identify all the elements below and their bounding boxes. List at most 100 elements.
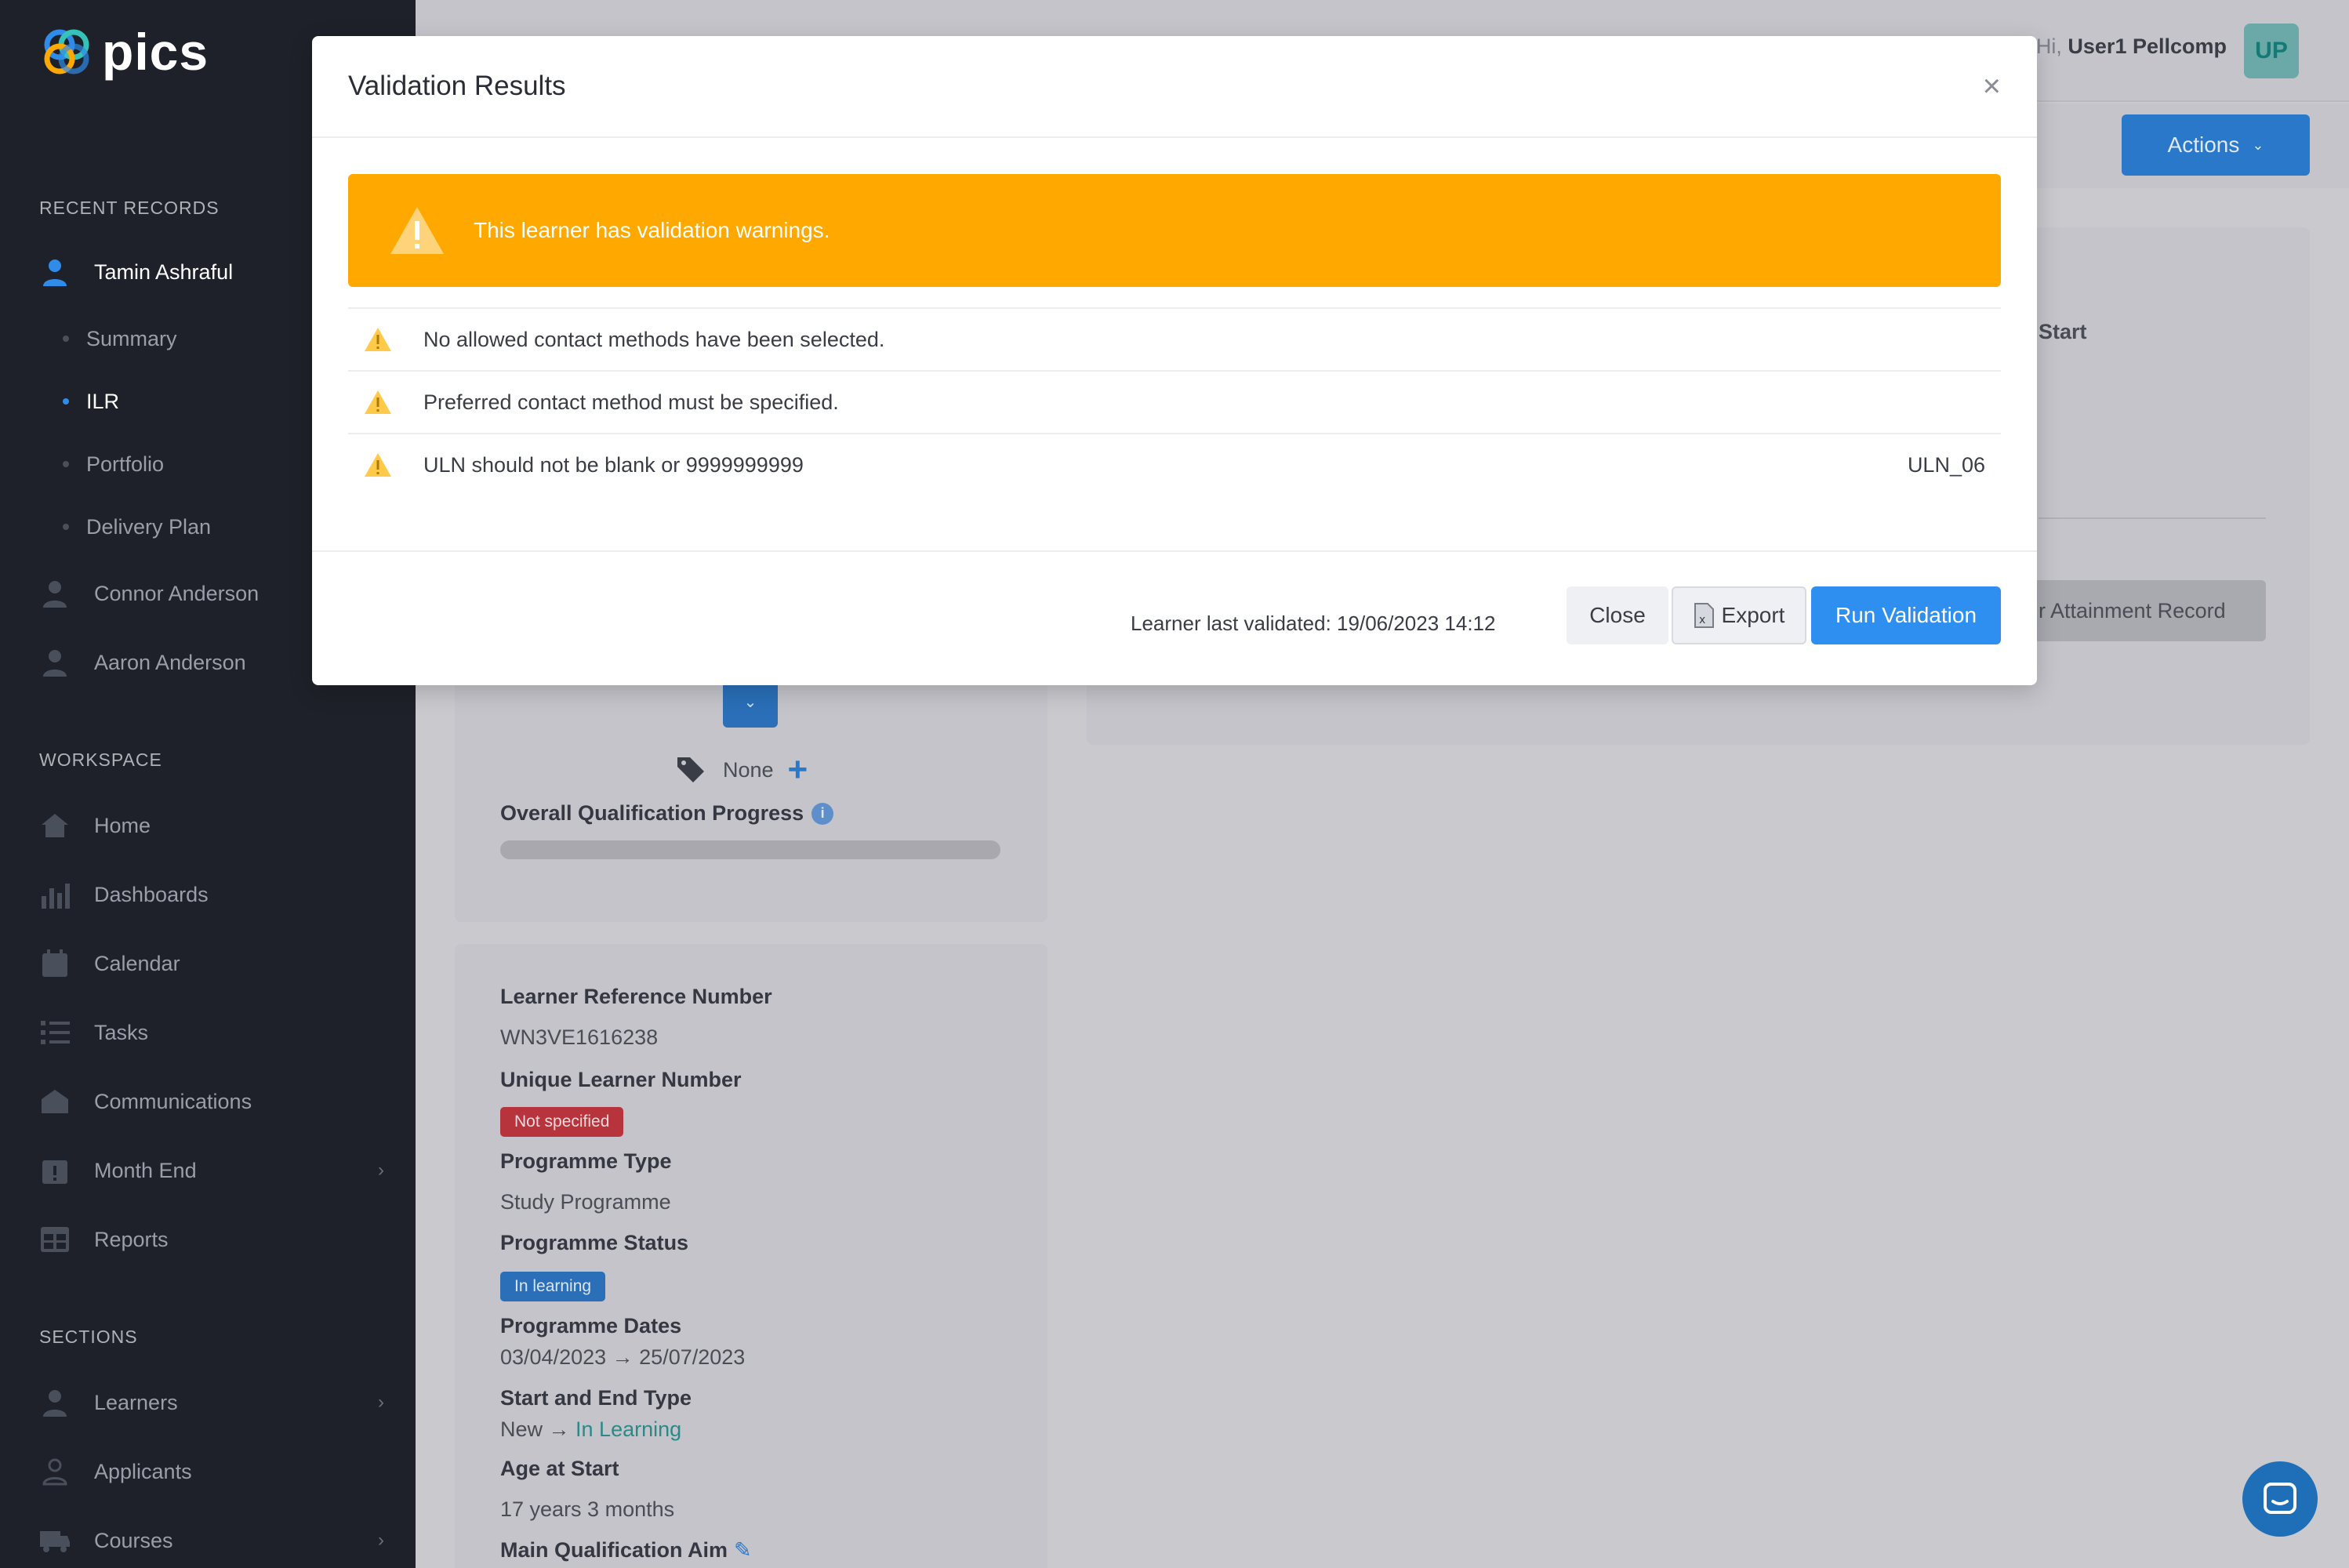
user-outline-icon <box>39 1456 71 1487</box>
programme-type-label: Programme Type <box>500 1149 672 1173</box>
sidebar-item-label: Communications <box>94 1089 252 1113</box>
warning-text: ULN should not be blank or 9999999999 <box>423 452 804 477</box>
start-end-type-value: New → In Learning <box>500 1417 681 1442</box>
modal-header: Validation Results × <box>312 36 2037 138</box>
calendar-icon <box>39 948 71 979</box>
modal-footer: Learner last validated: 19/06/2023 14:12… <box>312 550 2037 685</box>
sidebar-item-reports[interactable]: Reports <box>39 1212 384 1267</box>
overall-progress-label: Overall Qualification Progress i <box>500 801 834 826</box>
modal-title: Validation Results <box>348 71 566 101</box>
chevron-right-icon: › <box>378 1530 384 1551</box>
warning-text: No allowed contact methods have been sel… <box>423 327 885 351</box>
overall-progress-bar <box>500 840 1000 859</box>
run-validation-button[interactable]: Run Validation <box>1811 586 2001 644</box>
excel-file-icon: x <box>1694 603 1714 628</box>
sidebar-item-dashboards[interactable]: Dashboards <box>39 867 384 922</box>
warning-icon <box>365 390 391 414</box>
sidebar-sub-delivery-plan[interactable]: Delivery Plan <box>63 503 211 550</box>
envelope-open-icon <box>39 1086 71 1117</box>
warning-icon <box>365 453 391 477</box>
programme-type-value: Study Programme <box>500 1190 671 1214</box>
chevron-down-icon: ⌄ <box>2252 136 2264 153</box>
logo-text: pics <box>102 23 209 81</box>
validation-warning-row: No allowed contact methods have been sel… <box>348 307 2001 370</box>
overall-progress-text: Overall Qualification Progress <box>500 801 804 825</box>
export-label: Export <box>1721 603 1785 627</box>
app-logo[interactable]: pics <box>39 22 209 82</box>
bullet-dot <box>63 336 69 342</box>
sidebar-sub-label: Portfolio <box>86 452 165 476</box>
arrow-right-icon: → <box>543 1417 576 1441</box>
sidebar-item-label: Aaron Anderson <box>94 650 246 674</box>
lrn-label: Learner Reference Number <box>500 985 772 1008</box>
sidebar-item-label: Applicants <box>94 1459 192 1483</box>
actions-button[interactable]: Actions ⌄ <box>2122 114 2310 176</box>
info-icon[interactable]: i <box>811 802 834 825</box>
sidebar-sub-ilr[interactable]: ILR <box>63 378 119 425</box>
sidebar-item-label: Learners <box>94 1390 178 1414</box>
arrow-right-icon: → <box>606 1345 640 1369</box>
chat-icon <box>2264 1483 2296 1514</box>
add-tag-icon[interactable]: + <box>788 753 808 787</box>
sidebar-sub-portfolio[interactable]: Portfolio <box>63 441 164 488</box>
chevron-down-icon: ⌄ <box>743 693 757 711</box>
main-aim-text: Main Qualification Aim <box>500 1538 728 1562</box>
sidebar-item-communications[interactable]: Communications <box>39 1074 384 1129</box>
sidebar-item-label: Connor Anderson <box>94 581 260 605</box>
close-button[interactable]: Close <box>1567 586 1668 644</box>
lrn-value: WN3VE1616238 <box>500 1025 659 1049</box>
sidebar-item-courses[interactable]: Courses › <box>39 1513 384 1568</box>
warning-alert: This learner has validation warnings. <box>348 174 2001 287</box>
tag-icon <box>677 757 704 782</box>
user-name: User1 Pellcomp <box>2068 34 2227 58</box>
programme-status-label: Programme Status <box>500 1231 689 1254</box>
tag-value: None <box>723 757 774 782</box>
sidebar-sub-label: ILR <box>86 389 120 413</box>
user-icon <box>39 256 71 288</box>
programme-dates-value: 03/04/2023 → 25/07/2023 <box>500 1345 745 1370</box>
sections-header: SECTIONS <box>39 1327 138 1347</box>
sidebar-sub-label: Delivery Plan <box>86 514 212 539</box>
bullet-dot <box>63 398 69 405</box>
warning-code: ULN_06 <box>1907 452 1985 477</box>
programme-start-date: 03/04/2023 <box>500 1345 607 1369</box>
workspace-header: WORKSPACE <box>39 750 162 770</box>
age-at-start-value: 17 years 3 months <box>500 1497 675 1521</box>
start-label: Start <box>2039 320 2087 343</box>
warning-icon <box>390 207 444 254</box>
avatar[interactable]: UP <box>2244 24 2299 78</box>
sidebar-item-label: Home <box>94 813 151 837</box>
user-icon <box>39 1387 71 1418</box>
start-type: New <box>500 1417 543 1441</box>
sidebar-item-applicants[interactable]: Applicants <box>39 1444 384 1499</box>
sidebar-item-label: Calendar <box>94 951 180 975</box>
sidebar-sub-summary[interactable]: Summary <box>63 315 177 362</box>
sidebar-item-learners[interactable]: Learners › <box>39 1375 384 1430</box>
validation-warning-row: ULN should not be blank or 9999999999 UL… <box>348 433 2001 495</box>
sidebar-item-label: Tamin Ashraful <box>94 260 234 284</box>
sidebar-item-month-end[interactable]: Month End › <box>39 1143 384 1198</box>
pencil-icon[interactable]: ✎ <box>734 1538 752 1563</box>
uln-label: Unique Learner Number <box>500 1068 742 1091</box>
sidebar-item-tasks[interactable]: Tasks <box>39 1005 384 1060</box>
sidebar-item-calendar[interactable]: Calendar <box>39 936 384 991</box>
greeting-prefix: Hi, <box>2035 34 2062 58</box>
tasks-icon <box>39 1017 71 1048</box>
calendar-alert-icon <box>39 1155 71 1186</box>
sidebar-item-label: Reports <box>94 1227 169 1251</box>
chevron-right-icon: › <box>378 1160 384 1181</box>
validation-results-modal: Validation Results × This learner has va… <box>312 36 2037 685</box>
programme-dates-label: Programme Dates <box>500 1314 682 1338</box>
age-at-start-label: Age at Start <box>500 1457 619 1480</box>
close-icon[interactable]: × <box>1983 69 2001 104</box>
export-button[interactable]: x Export <box>1672 586 1806 644</box>
sidebar-item-home[interactable]: Home <box>39 798 384 853</box>
sidebar-item-label: Month End <box>94 1158 197 1182</box>
user-icon <box>39 647 71 678</box>
truck-icon <box>39 1525 71 1556</box>
chat-launcher-button[interactable] <box>2242 1461 2318 1537</box>
status-badge: In learning <box>500 1272 606 1301</box>
last-validated-text: Learner last validated: 19/06/2023 14:12 <box>1131 612 1496 635</box>
alert-text: This learner has validation warnings. <box>474 218 830 242</box>
attainment-record-button[interactable]: r Attainment Record <box>2007 580 2266 641</box>
